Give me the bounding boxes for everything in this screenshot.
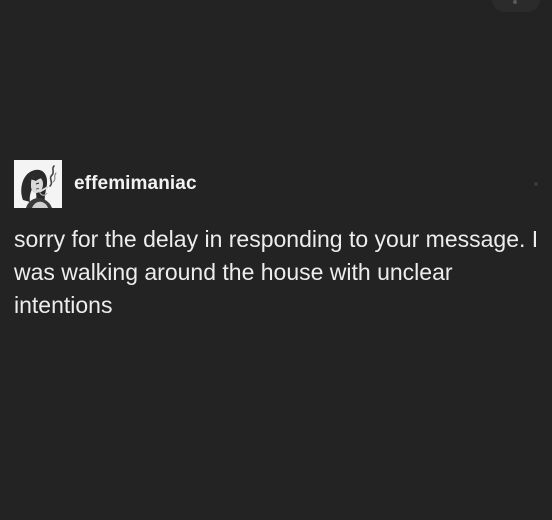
- top-menu-button[interactable]: [492, 0, 540, 12]
- post-card: effemimaniac sorry for the delay in resp…: [14, 160, 544, 322]
- post-text: sorry for the delay in responding to you…: [14, 226, 539, 318]
- more-options-icon: [513, 0, 517, 4]
- post-author-username[interactable]: effemimaniac: [74, 173, 197, 195]
- post-header: effemimaniac: [14, 160, 544, 208]
- avatar-illustration-icon[interactable]: [14, 160, 62, 208]
- post-menu-icon[interactable]: [534, 182, 538, 186]
